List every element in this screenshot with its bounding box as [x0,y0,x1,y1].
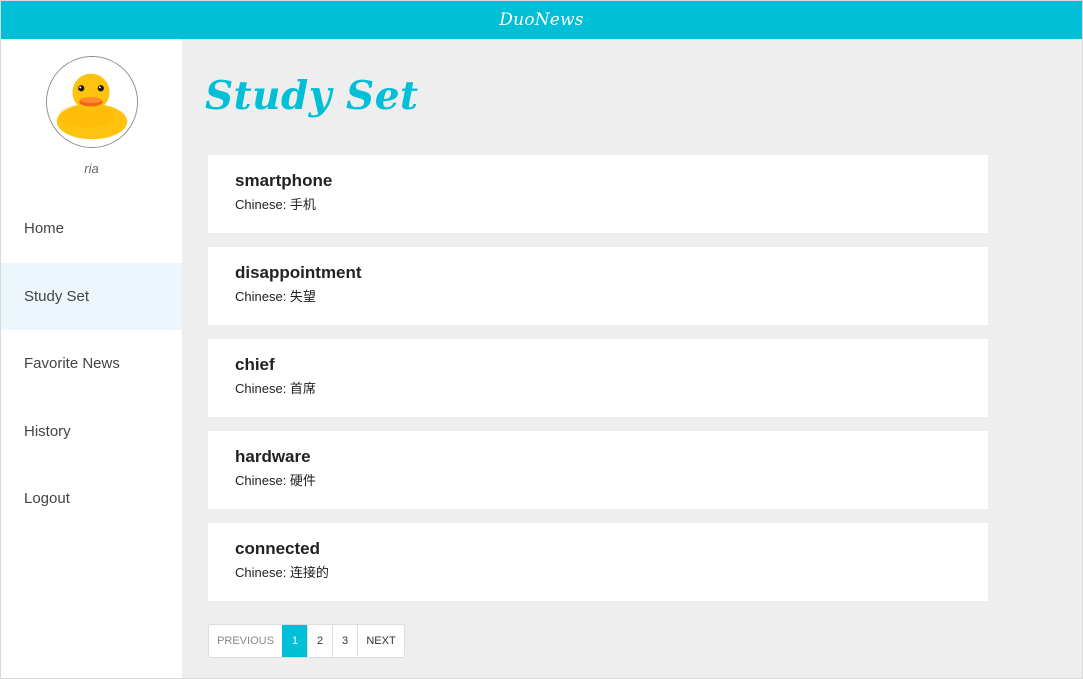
main-content: Study Set smartphone Chinese: 手机 disappo… [182,39,1082,678]
card-translation: Chinese: 硬件 [235,473,316,488]
card-translation: Chinese: 连接的 [235,565,329,580]
sidebar-item-label: Home [24,220,65,238]
username: ria [84,161,99,176]
sidebar-item-logout[interactable]: Logout [1,465,182,533]
rubber-duck-icon [47,57,137,147]
card-translation: Chinese: 失望 [235,289,316,304]
card-word: connected [235,539,321,558]
page-1-button[interactable]: 1 [282,625,307,657]
next-page-button[interactable]: NEXT [357,625,404,657]
study-card-list: smartphone Chinese: 手机 disappointment Ch… [208,155,988,615]
study-card[interactable]: chief Chinese: 首席 [208,339,988,417]
sidebar-item-label: Study Set [24,287,90,305]
sidebar-item-favorite-news[interactable]: Favorite News [1,330,182,398]
pagination: PREVIOUS 1 2 3 NEXT [208,624,405,658]
page-3-button[interactable]: 3 [332,625,357,657]
card-word: disappointment [235,263,362,282]
avatar [46,56,138,148]
page-title: Study Set [205,73,419,119]
study-card[interactable]: connected Chinese: 连接的 [208,523,988,601]
sidebar-item-label: Logout [24,490,70,508]
sidebar-nav: Home Study Set Favorite News History Log… [1,195,182,533]
card-translation: Chinese: 首席 [235,381,316,396]
sidebar-item-history[interactable]: History [1,398,182,466]
brand-logo-text[interactable]: DuoNews [499,10,583,30]
card-word: chief [235,355,275,374]
sidebar-item-label: History [24,422,71,440]
study-card[interactable]: smartphone Chinese: 手机 [208,155,988,233]
top-bar: DuoNews [1,1,1082,39]
card-word: hardware [235,447,311,466]
card-translation: Chinese: 手机 [235,197,316,212]
page-2-button[interactable]: 2 [307,625,332,657]
sidebar: ria Home Study Set Favorite News History… [1,39,182,678]
previous-page-button[interactable]: PREVIOUS [209,625,282,657]
sidebar-item-home[interactable]: Home [1,195,182,263]
study-card[interactable]: disappointment Chinese: 失望 [208,247,988,325]
sidebar-item-study-set[interactable]: Study Set [1,262,182,330]
card-word: smartphone [235,171,333,190]
sidebar-item-label: Favorite News [24,355,120,373]
app-window: DuoNews ria Home Study Set Favorite News… [0,0,1083,679]
study-card[interactable]: hardware Chinese: 硬件 [208,431,988,509]
